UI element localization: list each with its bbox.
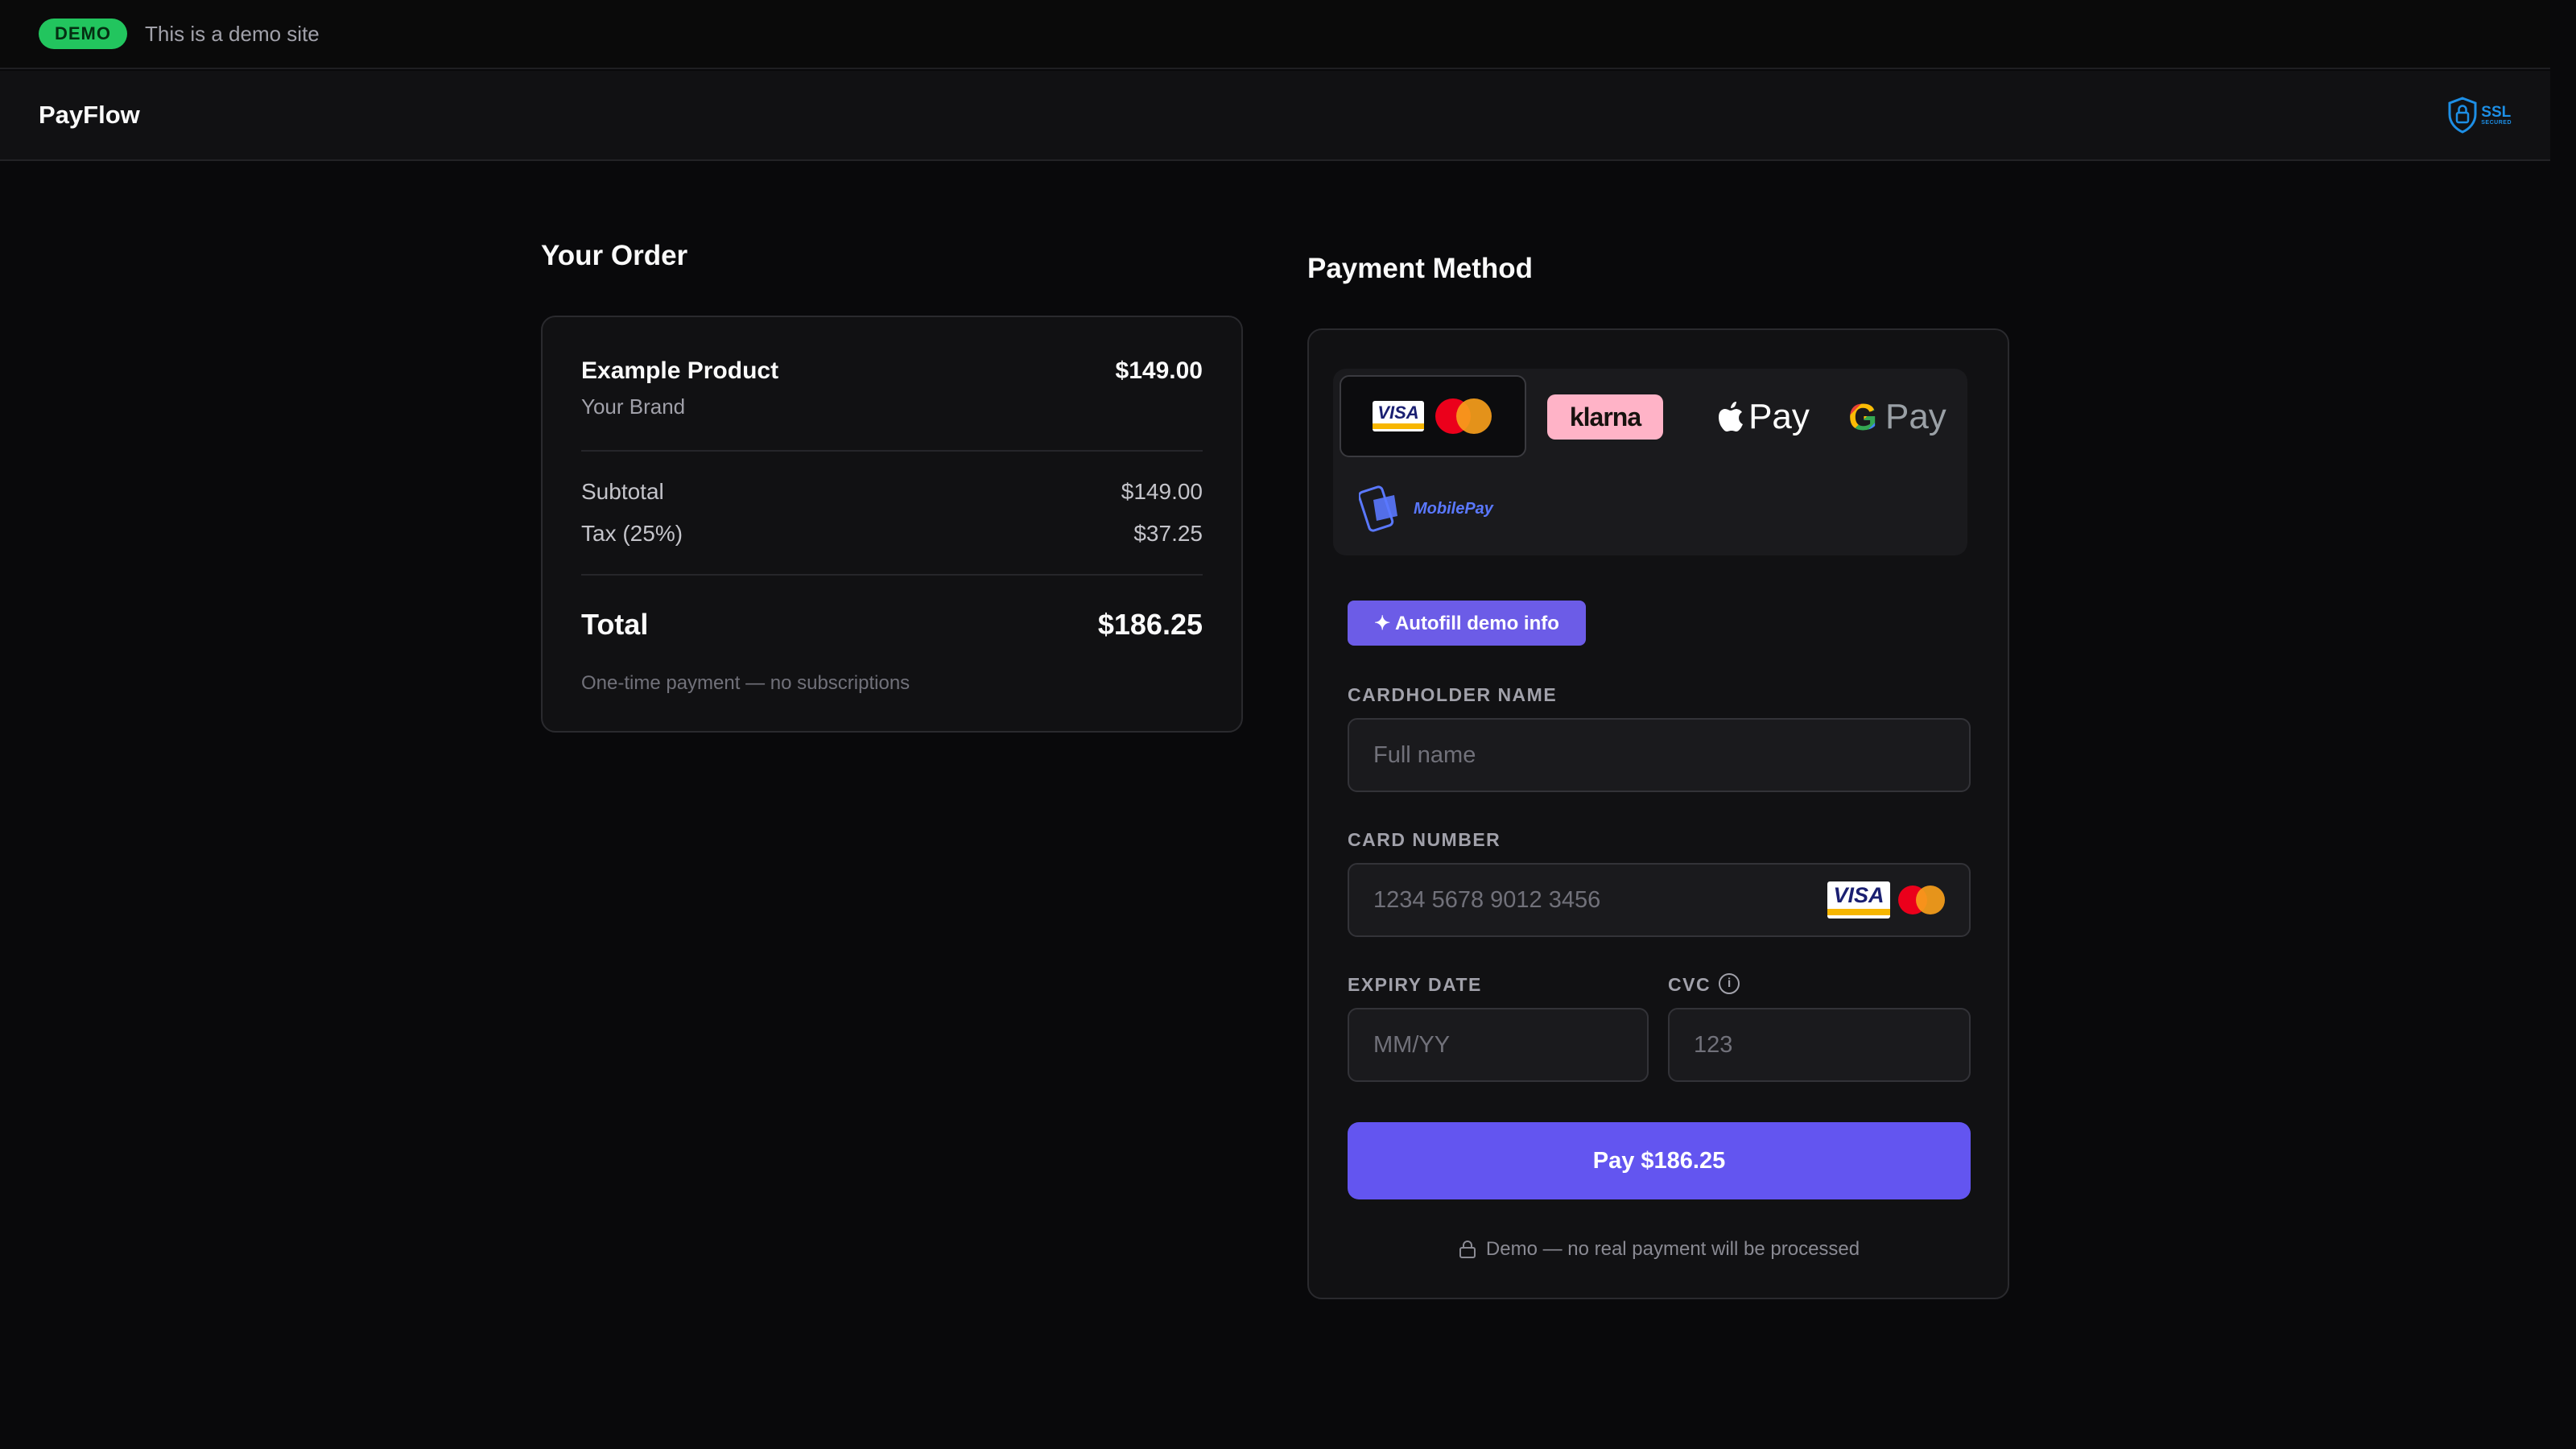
- card-brand-icons: VISA: [1827, 881, 1945, 919]
- cardholder-label: CARDHOLDER NAME: [1348, 684, 1558, 705]
- method-mobilepay[interactable]: MobilePay: [1359, 477, 1520, 541]
- autofill-demo-button[interactable]: ✦ Autofill demo info: [1348, 601, 1586, 646]
- total-label: Total: [581, 608, 649, 641]
- klarna-logo-icon: klarna: [1547, 394, 1663, 440]
- payment-card: VISA klarna Pay G Pay MobilePay ✦ Autofi…: [1307, 328, 2009, 1299]
- payment-note: One-time payment — no subscriptions: [581, 672, 910, 694]
- demo-badge: DEMO: [39, 19, 127, 49]
- subtotal-value: $149.00: [1121, 479, 1203, 504]
- cvc-label: CVC i: [1668, 972, 1740, 997]
- cardholder-placeholder: Full name: [1373, 741, 1476, 768]
- subtotal-label: Subtotal: [581, 479, 664, 504]
- lock-icon: [1459, 1241, 1476, 1258]
- tax-label: Tax (25%): [581, 521, 683, 546]
- tax-row: Tax (25%) $37.25: [581, 521, 1203, 547]
- card-number-placeholder: 1234 5678 9012 3456: [1373, 886, 1601, 913]
- apple-pay-label: Pay: [1748, 397, 1810, 436]
- cvc-placeholder: 123: [1694, 1031, 1733, 1058]
- payment-title: Payment Method: [1307, 253, 1534, 284]
- mastercard-logo-icon: [1435, 398, 1493, 434]
- method-google-pay[interactable]: G Pay: [1829, 385, 1966, 449]
- order-title: Your Order: [541, 240, 688, 271]
- tax-value: $37.25: [1133, 521, 1203, 546]
- apple-logo-icon: [1719, 402, 1744, 431]
- card-number-label: CARD NUMBER: [1348, 829, 1501, 850]
- demo-payment-note-text: Demo — no real payment will be processed: [1485, 1238, 1860, 1260]
- subtotal-row: Subtotal $149.00: [581, 479, 1203, 505]
- total-value: $186.25: [1097, 608, 1203, 641]
- mobilepay-logo-icon: [1359, 485, 1397, 532]
- mobilepay-label: MobilePay: [1414, 499, 1493, 518]
- total-row: Total $186.25: [581, 608, 1203, 642]
- cvc-input[interactable]: 123: [1668, 1008, 1971, 1082]
- mastercard-icon: [1898, 886, 1945, 914]
- visa-logo-icon: VISA: [1373, 401, 1424, 431]
- brand-logo[interactable]: PayFlow: [39, 101, 140, 130]
- method-card[interactable]: VISA: [1340, 375, 1526, 457]
- card-number-input[interactable]: 1234 5678 9012 3456 VISA: [1348, 863, 1971, 937]
- visa-icon: VISA: [1827, 881, 1890, 919]
- payment-method-selector: VISA klarna Pay G Pay MobilePay: [1333, 369, 1967, 555]
- ssl-secured-badge: SSL SECURED: [2447, 97, 2512, 134]
- expiry-label: EXPIRY DATE: [1348, 974, 1482, 995]
- demo-payment-note: Demo — no real payment will be processed: [1309, 1238, 2009, 1261]
- divider: [581, 574, 1203, 576]
- cardholder-name-input[interactable]: Full name: [1348, 718, 1971, 792]
- demo-banner: DEMO This is a demo site: [0, 0, 2550, 69]
- product-name: Example Product: [581, 357, 779, 384]
- google-g-icon: G: [1848, 396, 1877, 438]
- order-summary-card: Example Product $149.00 Your Brand Subto…: [541, 316, 1243, 733]
- shield-lock-icon: [2448, 97, 2477, 134]
- method-apple-pay[interactable]: Pay: [1687, 385, 1840, 449]
- ssl-label: SSL: [2481, 104, 2512, 121]
- checkout-page: DEMO This is a demo site PayFlow SSL SEC…: [0, 0, 2576, 1449]
- product-price: $149.00: [1115, 357, 1203, 384]
- top-nav: PayFlow SSL SECURED: [0, 71, 2550, 161]
- info-icon[interactable]: i: [1719, 972, 1740, 994]
- expiry-placeholder: MM/YY: [1373, 1031, 1451, 1058]
- method-klarna[interactable]: klarna: [1547, 394, 1663, 440]
- divider: [581, 450, 1203, 452]
- google-pay-label: Pay: [1885, 397, 1946, 436]
- ssl-sub-label: SECURED: [2481, 120, 2512, 126]
- pay-button[interactable]: Pay $186.25: [1348, 1122, 1971, 1199]
- product-brand: Your Brand: [581, 394, 686, 419]
- demo-banner-text: This is a demo site: [145, 21, 320, 46]
- expiry-date-input[interactable]: MM/YY: [1348, 1008, 1649, 1082]
